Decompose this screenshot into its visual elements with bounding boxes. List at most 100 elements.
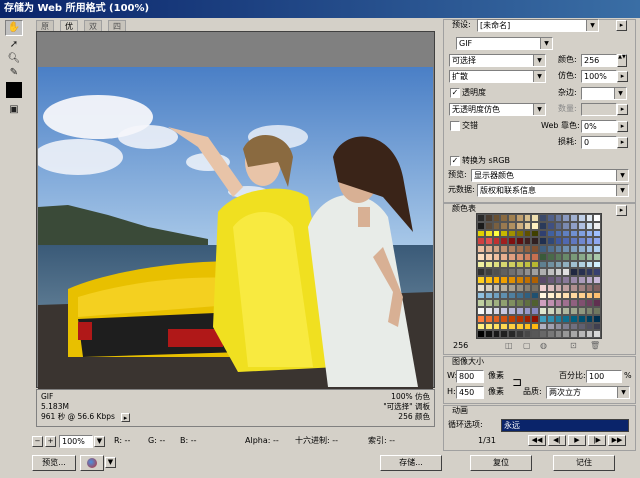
color-swatch[interactable]: [515, 221, 524, 230]
dither-algorithm-select[interactable]: 扩散: [449, 70, 546, 83]
color-swatch[interactable]: [570, 245, 578, 253]
color-swatch[interactable]: [477, 268, 485, 276]
color-swatch[interactable]: [484, 237, 493, 245]
color-swatch[interactable]: [539, 307, 547, 315]
color-swatch[interactable]: [523, 299, 532, 307]
color-swatch[interactable]: [577, 245, 586, 253]
color-swatch[interactable]: [562, 330, 570, 338]
color-swatch[interactable]: [515, 237, 524, 245]
zoom-menu-icon[interactable]: ▼: [94, 436, 105, 447]
color-swatch[interactable]: [539, 330, 547, 338]
color-swatch[interactable]: [477, 260, 485, 269]
color-swatch[interactable]: [562, 307, 570, 315]
color-swatch[interactable]: [477, 299, 485, 307]
browser-menu-icon[interactable]: ▼: [105, 457, 116, 468]
color-swatch[interactable]: [515, 314, 524, 323]
color-swatch[interactable]: [554, 314, 563, 323]
color-swatch[interactable]: [562, 283, 570, 292]
color-swatch[interactable]: [508, 268, 516, 276]
color-swatch[interactable]: [508, 245, 516, 253]
color-swatch[interactable]: [523, 307, 532, 315]
zoom-level-input[interactable]: 100%: [59, 435, 93, 448]
color-swatch[interactable]: [515, 260, 524, 269]
color-swatch[interactable]: [562, 245, 570, 253]
color-swatch[interactable]: [570, 237, 578, 245]
preview-button[interactable]: 预览...: [32, 455, 76, 471]
color-swatch[interactable]: [585, 214, 594, 222]
constrain-proportions-icon[interactable]: ⊐: [512, 376, 522, 388]
new-color-icon[interactable]: ⊡: [570, 340, 577, 352]
color-swatch[interactable]: [484, 283, 493, 292]
color-swatch[interactable]: [546, 268, 555, 276]
color-swatch[interactable]: [562, 276, 570, 284]
color-swatch[interactable]: [539, 260, 547, 269]
color-swatch[interactable]: [539, 221, 547, 230]
color-swatch[interactable]: [508, 291, 516, 300]
color-swatch[interactable]: [546, 237, 555, 245]
color-swatch[interactable]: [585, 221, 594, 230]
color-swatch[interactable]: [531, 314, 539, 323]
color-swatch[interactable]: [477, 237, 485, 245]
color-swatch[interactable]: [546, 245, 555, 253]
color-swatch[interactable]: [492, 268, 501, 276]
color-swatch[interactable]: [554, 276, 563, 284]
color-swatch[interactable]: [554, 245, 563, 253]
color-swatch[interactable]: [539, 283, 547, 292]
color-swatch[interactable]: [554, 268, 563, 276]
color-swatch[interactable]: [515, 252, 524, 261]
color-swatch[interactable]: [554, 322, 563, 331]
color-swatch[interactable]: [593, 307, 601, 315]
color-swatch[interactable]: [523, 283, 532, 292]
color-swatch[interactable]: [593, 330, 601, 338]
color-swatch[interactable]: [500, 291, 508, 300]
color-swatch[interactable]: [577, 214, 586, 222]
dither-slider-icon[interactable]: ▸: [617, 71, 628, 82]
color-swatch[interactable]: [593, 260, 601, 269]
color-swatch[interactable]: [484, 276, 493, 284]
color-swatch[interactable]: [477, 291, 485, 300]
color-swatch[interactable]: [593, 283, 601, 292]
color-swatch[interactable]: [508, 229, 516, 238]
color-swatch[interactable]: [546, 299, 555, 307]
save-button[interactable]: 存储...: [380, 455, 442, 471]
color-swatch[interactable]: [515, 322, 524, 331]
color-swatch[interactable]: [492, 260, 501, 269]
color-swatch[interactable]: [508, 322, 516, 331]
color-swatch[interactable]: [546, 291, 555, 300]
color-swatch[interactable]: [477, 214, 485, 222]
color-swatch[interactable]: [515, 283, 524, 292]
color-swatch[interactable]: [577, 307, 586, 315]
color-swatch[interactable]: [515, 299, 524, 307]
color-swatch[interactable]: [562, 260, 570, 269]
color-swatch[interactable]: [593, 214, 601, 222]
transparency-dither-select[interactable]: 无透明度仿色: [449, 103, 546, 116]
color-swatch[interactable]: [515, 291, 524, 300]
color-swatch[interactable]: [523, 276, 532, 284]
color-swatch[interactable]: [531, 291, 539, 300]
color-swatch[interactable]: [546, 252, 555, 261]
color-swatch[interactable]: [531, 237, 539, 245]
matte-select[interactable]: [581, 87, 627, 100]
color-swatch[interactable]: [484, 322, 493, 331]
color-reduction-select[interactable]: 可选择: [449, 54, 546, 67]
color-swatch[interactable]: [484, 307, 493, 315]
zoom-out-button[interactable]: −: [32, 436, 43, 447]
color-swatch[interactable]: [523, 229, 532, 238]
lossy-slider-icon[interactable]: ▸: [617, 137, 628, 148]
color-swatch[interactable]: [593, 245, 601, 253]
color-swatch[interactable]: [539, 237, 547, 245]
color-swatch[interactable]: [539, 252, 547, 261]
color-swatch[interactable]: [539, 268, 547, 276]
color-swatch[interactable]: [515, 229, 524, 238]
color-swatch[interactable]: [562, 214, 570, 222]
color-swatch[interactable]: [500, 322, 508, 331]
color-swatch[interactable]: [484, 291, 493, 300]
first-frame-button[interactable]: ◀◀: [528, 435, 546, 446]
color-swatch[interactable]: [554, 260, 563, 269]
color-swatch[interactable]: [484, 229, 493, 238]
color-swatch[interactable]: [508, 221, 516, 230]
web-shift-icon[interactable]: ◫: [505, 340, 513, 352]
color-swatch[interactable]: [554, 299, 563, 307]
color-swatch[interactable]: [585, 268, 594, 276]
color-swatch[interactable]: [585, 291, 594, 300]
